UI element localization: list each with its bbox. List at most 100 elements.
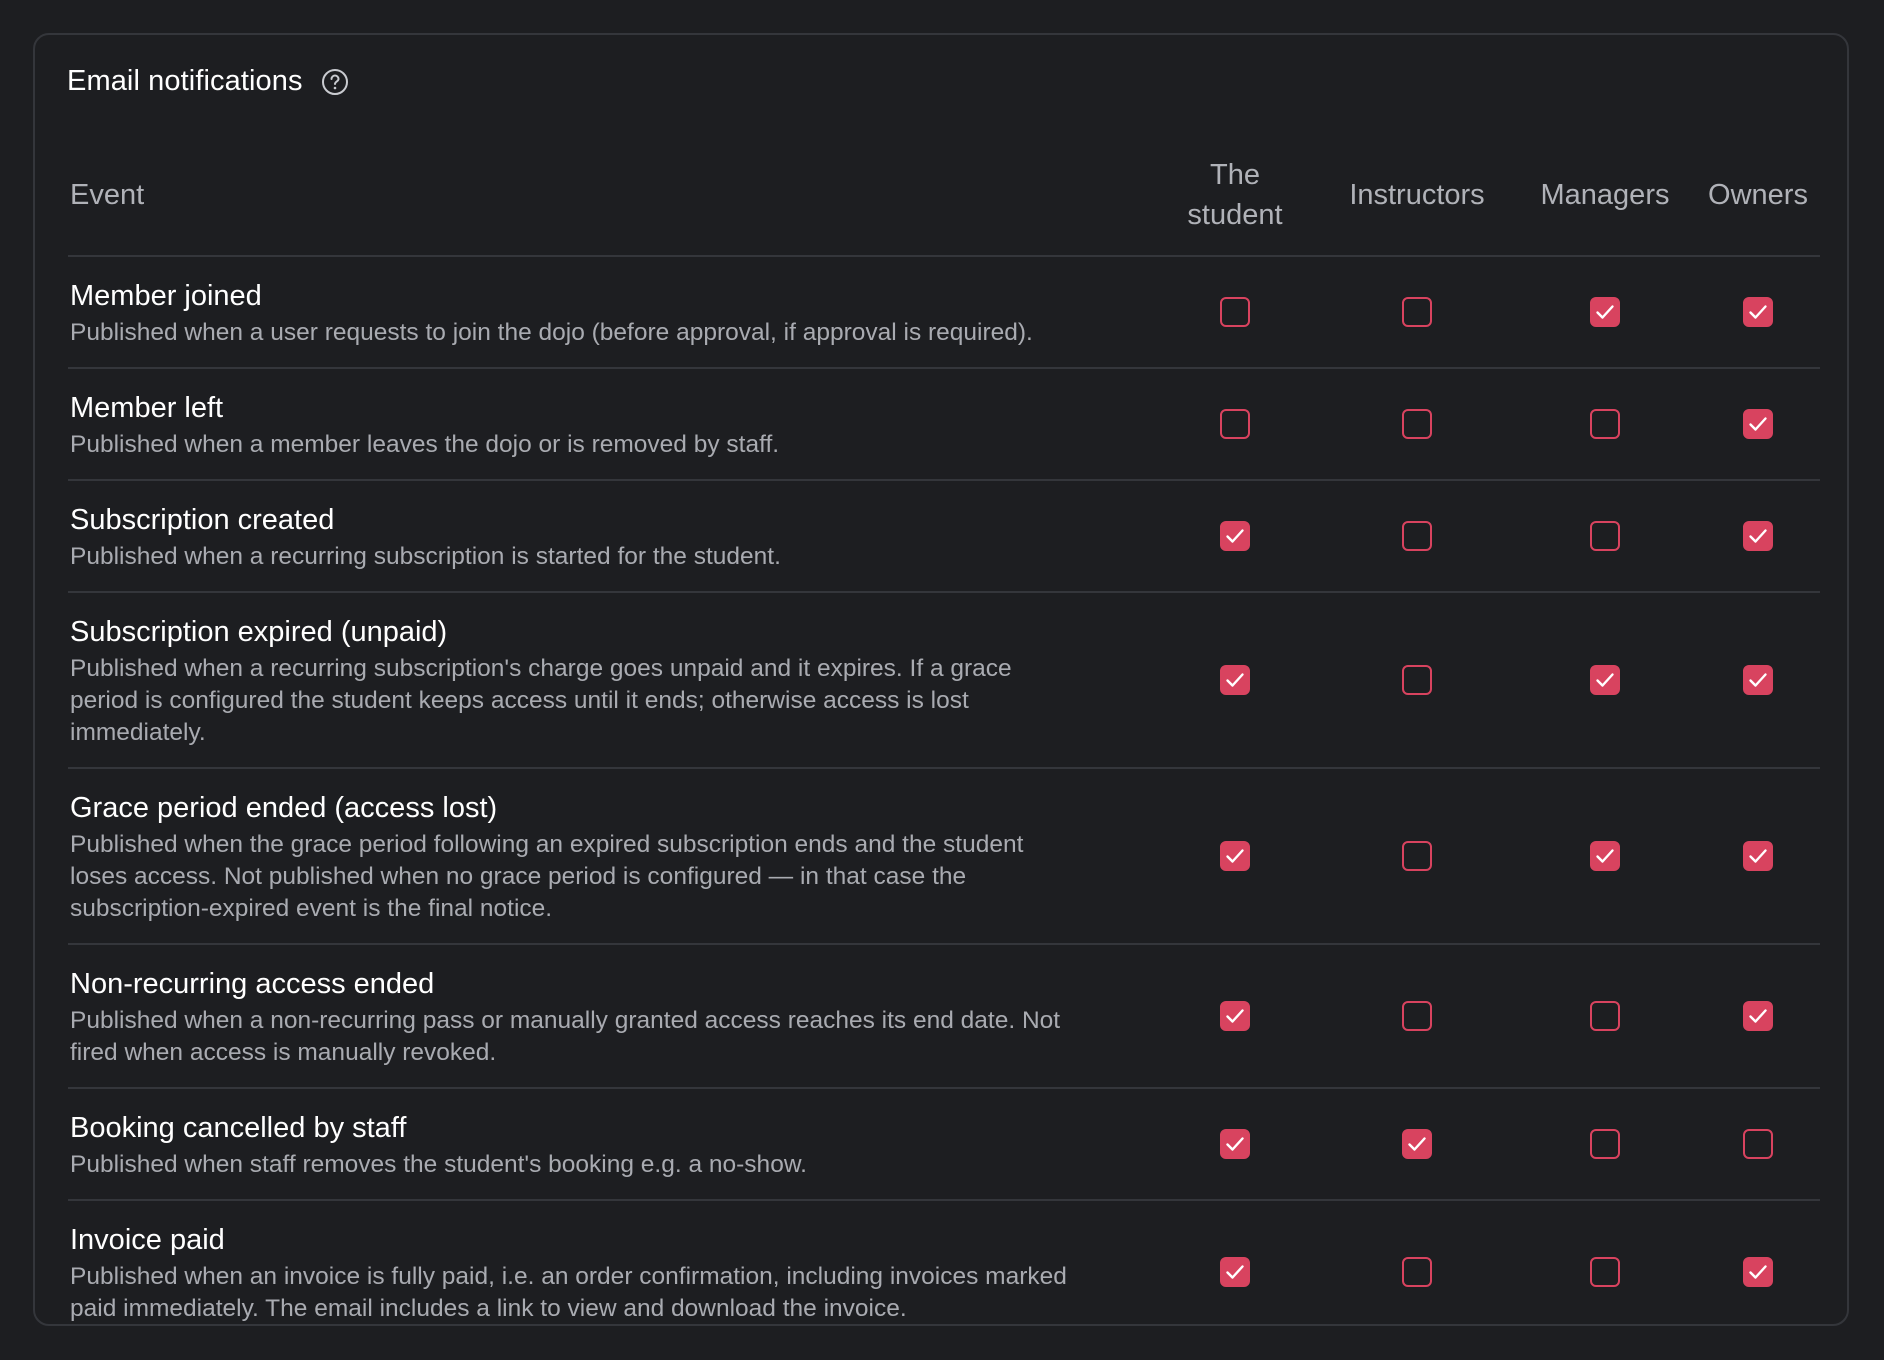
checkbox-owners[interactable] [1743, 297, 1773, 327]
event-title: Booking cancelled by staff [70, 1112, 407, 1144]
event-description: Published when an invoice is fully paid,… [70, 1263, 1067, 1322]
checkbox-cell-managers [1514, 665, 1696, 695]
checkbox-instructors[interactable] [1402, 409, 1432, 439]
card-title: Email notifications [67, 65, 303, 97]
table-header: Event The student Instructors Managers O… [68, 135, 1820, 257]
header-event: Event [70, 179, 145, 211]
checkbox-student[interactable] [1220, 1257, 1250, 1287]
checkbox-cell-owners [1696, 1001, 1820, 1031]
checkbox-student[interactable] [1220, 665, 1250, 695]
checkbox-student[interactable] [1220, 521, 1250, 551]
checkbox-owners[interactable] [1743, 1001, 1773, 1031]
checkbox-cell-instructors [1320, 1129, 1514, 1159]
check-icon [1749, 849, 1767, 863]
event-description: Published when a user requests to join t… [70, 319, 1033, 346]
event-cell: Subscription expired (unpaid) Published w… [68, 593, 1150, 767]
checkbox-managers[interactable] [1590, 1257, 1620, 1287]
checkbox-instructors[interactable] [1402, 665, 1432, 695]
header-managers: Managers [1540, 179, 1670, 211]
check-icon [1226, 673, 1244, 687]
checkbox-cell-owners [1696, 521, 1820, 551]
checkbox-cell-managers [1514, 1001, 1696, 1031]
checkbox-student[interactable] [1220, 409, 1250, 439]
checkbox-cell-student [1150, 665, 1320, 695]
checkbox-instructors[interactable] [1402, 1001, 1432, 1031]
checkbox-cell-instructors [1320, 1257, 1514, 1287]
check-icon [1226, 849, 1244, 863]
checkbox-student[interactable] [1220, 841, 1250, 871]
table-row: Grace period ended (access lost) Publishe… [68, 769, 1820, 945]
event-description: Published when a member leaves the dojo … [70, 431, 780, 458]
event-cell: Booking cancelled by staff Published when… [68, 1089, 1150, 1199]
checkbox-cell-managers [1514, 1129, 1696, 1159]
checkbox-cell-owners [1696, 1129, 1820, 1159]
checkbox-owners[interactable] [1743, 1129, 1773, 1159]
notifications-table: Event The student Instructors Managers O… [68, 135, 1820, 1343]
checkbox-cell-managers [1514, 521, 1696, 551]
event-description: Published when a non-recurring pass or m… [70, 1007, 1061, 1066]
check-icon [1749, 529, 1767, 543]
checkbox-managers[interactable] [1590, 297, 1620, 327]
table-row: Member left Published when a member leave… [68, 369, 1820, 481]
event-cell: Invoice paid Published when an invoice is… [68, 1201, 1150, 1343]
checkbox-student[interactable] [1220, 1129, 1250, 1159]
checkbox-cell-owners [1696, 1257, 1820, 1287]
check-icon [1749, 417, 1767, 431]
check-icon [1749, 305, 1767, 319]
checkbox-owners[interactable] [1743, 409, 1773, 439]
check-icon [1596, 849, 1614, 863]
checkbox-cell-instructors [1320, 1001, 1514, 1031]
checkbox-instructors[interactable] [1402, 521, 1432, 551]
checkbox-cell-instructors [1320, 297, 1514, 327]
checkbox-owners[interactable] [1743, 665, 1773, 695]
event-title: Non-recurring access ended [70, 968, 435, 1000]
checkbox-instructors[interactable] [1402, 841, 1432, 871]
check-icon [1226, 1265, 1244, 1279]
header-owners: Owners [1708, 179, 1808, 211]
checkbox-managers[interactable] [1590, 665, 1620, 695]
checkbox-instructors[interactable] [1402, 297, 1432, 327]
email-notifications-card: Email notifications Event The student In… [33, 33, 1849, 1326]
table-row: Booking cancelled by staff Published when… [68, 1089, 1820, 1201]
checkbox-cell-instructors [1320, 409, 1514, 439]
checkbox-student[interactable] [1220, 1001, 1250, 1031]
checkbox-owners[interactable] [1743, 1257, 1773, 1287]
event-description: Published when staff removes the student… [70, 1151, 807, 1178]
checkbox-cell-student [1150, 297, 1320, 327]
checkbox-owners[interactable] [1743, 521, 1773, 551]
checkbox-cell-student [1150, 521, 1320, 551]
help-circle-icon[interactable] [321, 68, 349, 96]
event-cell: Member left Published when a member leave… [68, 369, 1150, 479]
checkbox-instructors[interactable] [1402, 1257, 1432, 1287]
event-title: Member left [70, 392, 224, 424]
checkbox-managers[interactable] [1590, 1001, 1620, 1031]
checkbox-cell-owners [1696, 665, 1820, 695]
check-icon [1749, 1009, 1767, 1023]
event-title: Subscription expired (unpaid) [70, 616, 448, 648]
check-icon [1749, 673, 1767, 687]
card-header: Email notifications [67, 65, 349, 98]
table-row: Subscription created Published when a rec… [68, 481, 1820, 593]
table-row: Subscription expired (unpaid) Published w… [68, 593, 1820, 769]
checkbox-instructors[interactable] [1402, 1129, 1432, 1159]
checkbox-cell-student [1150, 841, 1320, 871]
event-description: Published when the grace period followin… [70, 831, 1024, 922]
check-icon [1226, 1137, 1244, 1151]
checkbox-managers[interactable] [1590, 841, 1620, 871]
event-description: Published when a recurring subscription … [70, 543, 781, 570]
check-icon [1596, 305, 1614, 319]
check-icon [1226, 529, 1244, 543]
checkbox-managers[interactable] [1590, 409, 1620, 439]
checkbox-managers[interactable] [1590, 1129, 1620, 1159]
check-icon [1596, 673, 1614, 687]
check-icon [1226, 1009, 1244, 1023]
checkbox-managers[interactable] [1590, 521, 1620, 551]
checkbox-owners[interactable] [1743, 841, 1773, 871]
checkbox-cell-student [1150, 1129, 1320, 1159]
checkbox-student[interactable] [1220, 297, 1250, 327]
checkbox-cell-instructors [1320, 521, 1514, 551]
table-row: Non-recurring access ended Published when… [68, 945, 1820, 1089]
event-cell: Subscription created Published when a rec… [68, 481, 1150, 591]
check-icon [1408, 1137, 1426, 1151]
checkbox-cell-instructors [1320, 841, 1514, 871]
